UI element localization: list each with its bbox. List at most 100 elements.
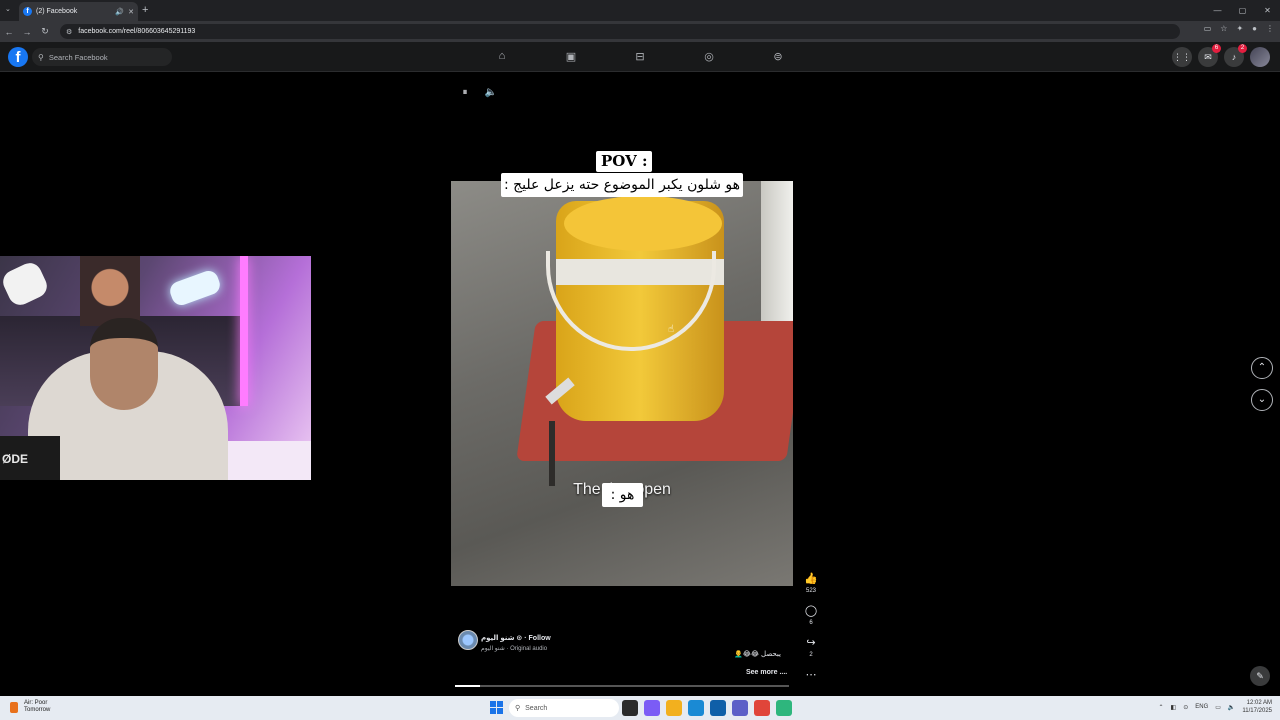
see-more-link[interactable]: See more .... bbox=[746, 669, 787, 676]
language-indicator[interactable]: ENG bbox=[1195, 704, 1208, 710]
close-window-button[interactable]: ✕ bbox=[1255, 0, 1280, 21]
windows-taskbar: Air: Poor Tomorrow ⚲ Search ⌃ ◧ ⊙ ENG ▭ … bbox=[0, 696, 1280, 720]
notifications-bell-icon[interactable]: ♪ 2 bbox=[1224, 44, 1247, 67]
maximize-button[interactable]: ▢ bbox=[1230, 0, 1255, 21]
minimize-button[interactable]: — bbox=[1205, 0, 1230, 21]
audio-label[interactable]: شنو اليوم · Original audio bbox=[481, 645, 551, 652]
share-button[interactable]: ↪ 2 bbox=[803, 633, 819, 658]
tab-close-icon[interactable]: ✕ bbox=[128, 8, 134, 16]
video-icon[interactable]: ▣ bbox=[561, 50, 581, 63]
reel-video[interactable]: The th s open bbox=[451, 181, 793, 586]
extensions-icon[interactable]: ✦ bbox=[1236, 24, 1243, 33]
chrome-icon[interactable] bbox=[754, 700, 770, 716]
windows-start-icon[interactable] bbox=[490, 701, 503, 714]
install-app-icon[interactable]: ▭ bbox=[1204, 24, 1212, 33]
menu-grid-icon[interactable]: ⋮⋮ bbox=[1172, 47, 1192, 67]
taskbar-search-icon: ⚲ bbox=[515, 705, 521, 712]
groups-icon[interactable]: ◎ bbox=[699, 50, 719, 63]
mic-icon[interactable]: ⊙ bbox=[1183, 704, 1188, 711]
author-avatar[interactable] bbox=[458, 629, 478, 650]
video-progress-bar[interactable] bbox=[455, 685, 789, 687]
tab-search-icon[interactable]: ⌄ bbox=[5, 5, 11, 13]
volume-icon[interactable]: 🔈 bbox=[484, 87, 498, 98]
weather-widget[interactable]: Air: Poor Tomorrow bbox=[10, 700, 50, 714]
new-tab-button[interactable]: + bbox=[142, 4, 148, 16]
video-progress-fill bbox=[455, 685, 481, 687]
webcam-desk bbox=[225, 441, 311, 480]
bookmark-star-icon[interactable]: ☆ bbox=[1220, 24, 1227, 33]
weather-title: Air: Poor bbox=[24, 700, 48, 706]
tray-overflow-icon[interactable]: ⌃ bbox=[1159, 704, 1164, 711]
speaker-icon[interactable]: 🔈 bbox=[1228, 704, 1235, 711]
notifications-badge: 2 bbox=[1238, 44, 1247, 53]
chevron-down-icon: ⌄ bbox=[1257, 394, 1267, 405]
caption-top: هو شلون يكبر الموضوع حته يزعل عليج : bbox=[501, 173, 743, 197]
reload-icon[interactable]: ↻ bbox=[36, 26, 54, 37]
app-icon[interactable] bbox=[776, 700, 792, 716]
gaming-icon[interactable]: ⊜ bbox=[768, 50, 788, 63]
facebook-logo[interactable]: f bbox=[8, 47, 28, 67]
author-name-follow[interactable]: شنو اليوم ⊙ · Follow bbox=[481, 635, 551, 642]
tab-audio-icon[interactable]: 🔊 bbox=[115, 8, 124, 16]
webcam-neon-controller bbox=[167, 268, 223, 308]
weather-icon bbox=[10, 701, 18, 713]
comment-count: 6 bbox=[809, 620, 813, 626]
facebook-header: f ⚲ Search Facebook ⌂ ▣ ⊟ ◎ ⊜ ⋮⋮ ✉ 6 ♪ 2 bbox=[0, 42, 1280, 72]
taskbar-clock[interactable]: 12:02 AM 11/17/2025 bbox=[1242, 699, 1272, 715]
back-arrow-icon[interactable]: ← bbox=[0, 27, 18, 37]
copilot-icon[interactable] bbox=[644, 700, 660, 716]
comment-button[interactable]: ◯ 6 bbox=[803, 601, 819, 626]
teams-icon[interactable] bbox=[732, 700, 748, 716]
edge-icon[interactable] bbox=[688, 700, 704, 716]
share-arrow-icon: ↪ bbox=[806, 637, 816, 649]
reel-author: شنو اليوم ⊙ · Follow شنو اليوم · Origina… bbox=[458, 627, 551, 652]
profile-icon[interactable]: ● bbox=[1252, 24, 1257, 33]
network-icon[interactable]: ◧ bbox=[1171, 704, 1177, 711]
comment-bubble-icon: ◯ bbox=[804, 605, 818, 617]
webcam-led-strip bbox=[240, 256, 248, 406]
messenger-icon[interactable]: ✉ 6 bbox=[1198, 44, 1221, 67]
browser-tab-facebook[interactable]: f (2) Facebook 🔊 ✕ bbox=[19, 2, 138, 21]
address-url: facebook.com/reel/806603645291193 bbox=[78, 28, 196, 35]
taskbar-search-placeholder: Search bbox=[525, 704, 548, 712]
like-thumb-icon: 👍 bbox=[804, 573, 818, 585]
pov-caption: POV : bbox=[596, 151, 653, 172]
like-button[interactable]: 👍 523 bbox=[803, 569, 819, 594]
clock-date: 11/17/2025 bbox=[1242, 708, 1272, 714]
facebook-header-actions: ⋮⋮ ✉ 6 ♪ 2 bbox=[1172, 44, 1270, 67]
toolbar-actions: ▭ ☆ ✦ ● ⋮ bbox=[1204, 24, 1274, 33]
browser-toolbar: ← → ↻ ⚙ facebook.com/reel/80660364529119… bbox=[0, 21, 1280, 42]
previous-reel-button[interactable]: ⌃ bbox=[1251, 357, 1273, 379]
address-bar[interactable]: ⚙ facebook.com/reel/806603645291193 bbox=[60, 24, 1180, 39]
facebook-favicon-icon: f bbox=[23, 7, 32, 16]
tab-title: (2) Facebook bbox=[36, 8, 78, 15]
messenger-badge: 6 bbox=[1212, 44, 1221, 53]
compose-message-icon[interactable]: ✎ bbox=[1250, 666, 1270, 686]
webcam-person-head bbox=[90, 318, 158, 410]
video-cooler-lid bbox=[564, 196, 722, 251]
account-avatar[interactable] bbox=[1250, 47, 1270, 67]
next-reel-button[interactable]: ⌄ bbox=[1251, 389, 1273, 411]
task-view-icon[interactable] bbox=[622, 700, 638, 716]
facebook-search-input[interactable]: ⚲ Search Facebook bbox=[32, 48, 172, 66]
display-icon[interactable]: ▭ bbox=[1215, 704, 1221, 711]
video-chair-leg bbox=[549, 421, 555, 486]
streamer-webcam: ØDE bbox=[0, 256, 311, 480]
marketplace-icon[interactable]: ⊟ bbox=[630, 50, 650, 63]
more-dots-icon: ⋯ bbox=[805, 669, 817, 681]
file-explorer-icon[interactable] bbox=[666, 700, 682, 716]
webcam-controller-sign bbox=[0, 259, 51, 309]
site-info-icon[interactable]: ⚙ bbox=[66, 28, 72, 36]
caption-bottom: هو : bbox=[602, 483, 643, 507]
taskbar-apps bbox=[622, 700, 792, 716]
chevron-up-icon: ⌃ bbox=[1257, 362, 1267, 373]
pause-icon[interactable]: ⏸ bbox=[458, 87, 472, 98]
search-placeholder: Search Facebook bbox=[48, 52, 108, 62]
store-icon[interactable] bbox=[710, 700, 726, 716]
home-icon[interactable]: ⌂ bbox=[492, 50, 512, 62]
forward-arrow-icon[interactable]: → bbox=[18, 27, 36, 37]
more-options-button[interactable]: ⋯ bbox=[803, 665, 819, 683]
taskbar-search-input[interactable]: ⚲ Search bbox=[509, 699, 619, 717]
browser-menu-icon[interactable]: ⋮ bbox=[1266, 24, 1274, 33]
browser-tab-strip: ⌄ f (2) Facebook 🔊 ✕ + — ▢ ✕ bbox=[0, 0, 1280, 21]
